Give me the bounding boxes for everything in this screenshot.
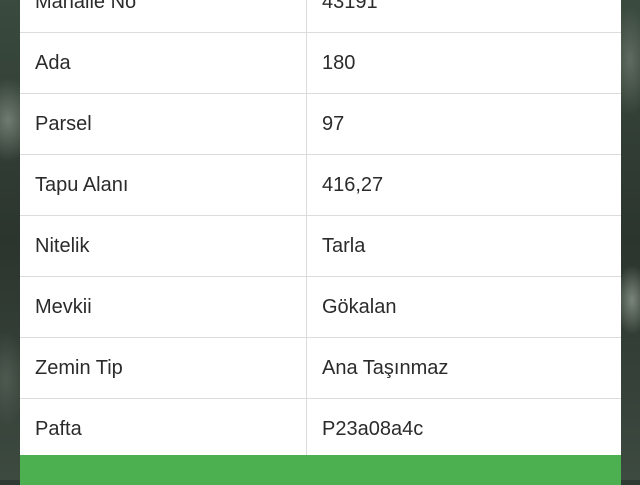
row-label: Mahalle No <box>20 0 307 32</box>
row-value: Ana Taşınmaz <box>322 356 449 379</box>
row-label: Mevkii <box>20 277 307 337</box>
table-row-mahalle-no: Mahalle No 43191 <box>20 0 621 33</box>
table-row-parsel: Parsel 97 <box>20 94 621 155</box>
row-value: 180 <box>322 51 356 74</box>
row-label: Nitelik <box>20 216 307 276</box>
table-row-zemin-tip: Zemin Tip Ana Taşınmaz <box>20 338 621 399</box>
table-row-mevkii: Mevkii Gökalan <box>20 277 621 338</box>
row-label: Tapu Alanı <box>20 155 307 215</box>
row-value: 416,27 <box>322 173 384 196</box>
row-value: P23a08a4c <box>322 417 424 440</box>
row-label: Ada <box>20 33 307 93</box>
parcel-info-card: Mahalle No 43191 Ada 180 Parsel 97 Tapu … <box>20 0 621 460</box>
row-value: 43191 <box>322 0 378 13</box>
row-value: 97 <box>322 112 345 135</box>
table-row-tapu-alani: Tapu Alanı 416,27 <box>20 155 621 216</box>
action-button-bar[interactable] <box>20 455 621 485</box>
row-label: Zemin Tip <box>20 338 307 398</box>
row-value: Gökalan <box>322 295 397 318</box>
parcel-info-table: Mahalle No 43191 Ada 180 Parsel 97 Tapu … <box>20 0 621 460</box>
row-value: Tarla <box>322 234 366 257</box>
table-row-nitelik: Nitelik Tarla <box>20 216 621 277</box>
table-row-ada: Ada 180 <box>20 33 621 94</box>
row-label: Parsel <box>20 94 307 154</box>
table-row-pafta: Pafta P23a08a4c <box>20 399 621 460</box>
row-label: Pafta <box>20 399 307 459</box>
